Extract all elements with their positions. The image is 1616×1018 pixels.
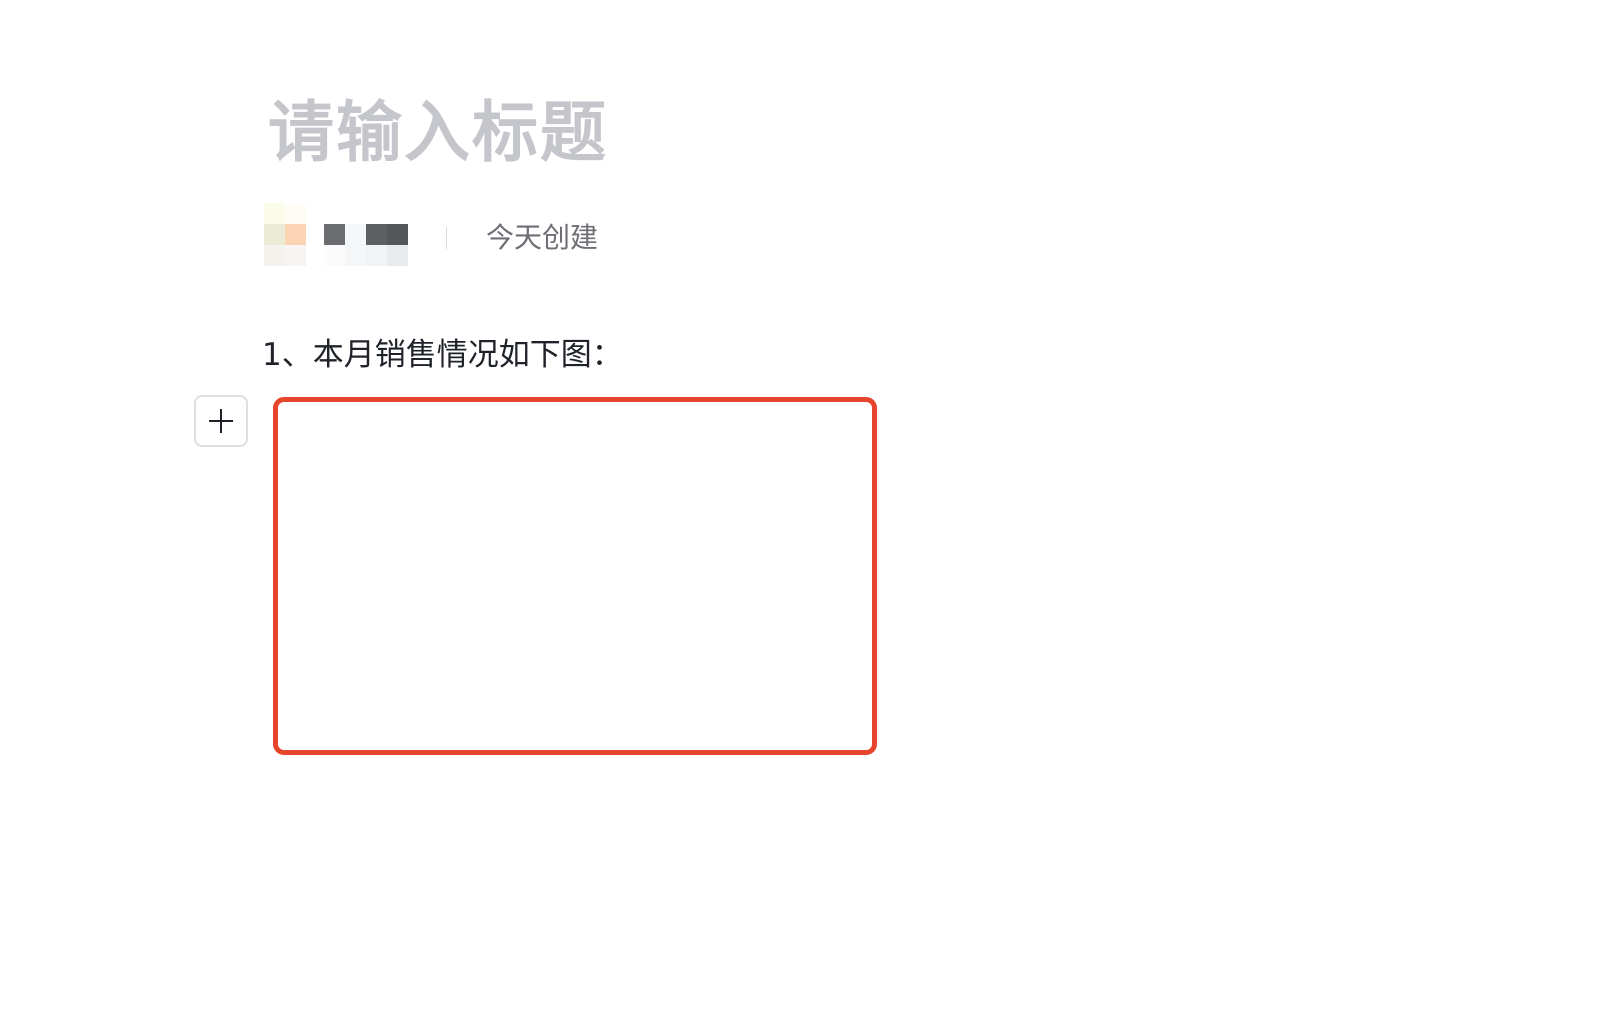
doc-title-placeholder[interactable]: 请输入标题 [268, 88, 608, 178]
doc-meta: 今天创建 [264, 203, 624, 266]
author-avatar[interactable] [264, 203, 306, 266]
author-name-redacted [324, 203, 408, 266]
meta-divider [446, 227, 447, 249]
add-block-button[interactable] [194, 395, 248, 447]
plus-icon [209, 409, 233, 433]
body-paragraph[interactable]: 1、本月销售情况如下图： [262, 334, 623, 376]
highlighted-image-block[interactable] [273, 397, 877, 755]
created-time: 今天创建 [486, 221, 599, 254]
